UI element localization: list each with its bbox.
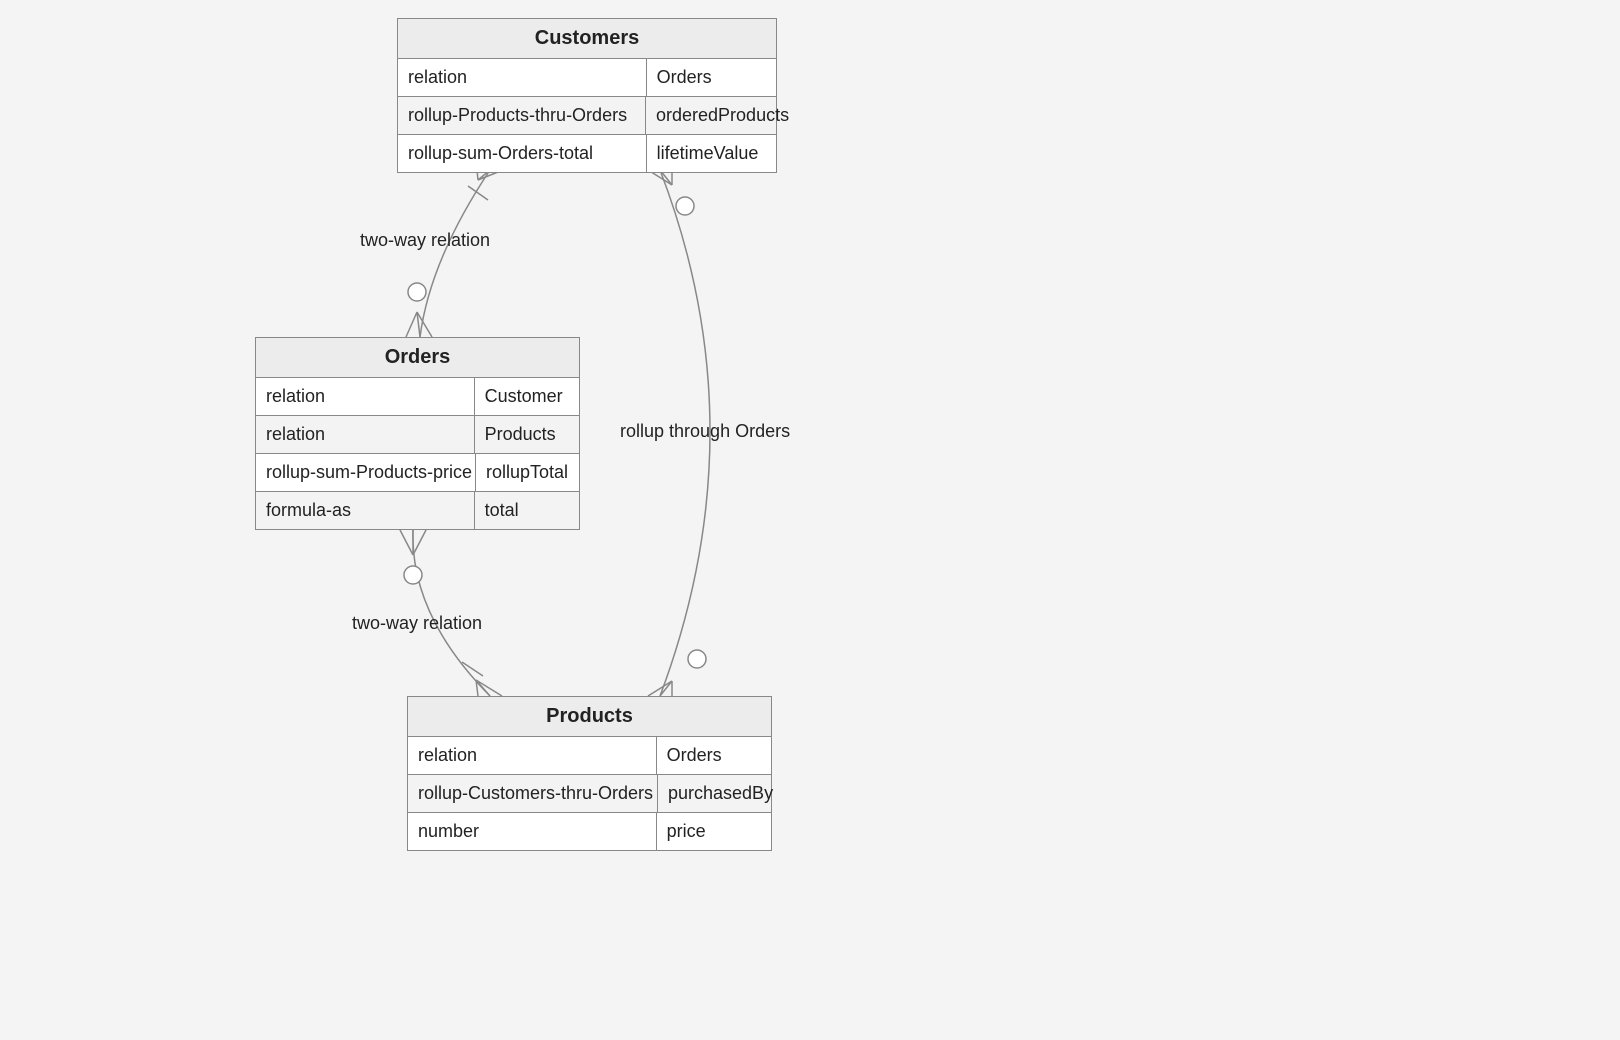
edge-label-orders-products: two-way relation — [352, 613, 482, 634]
attr-type: relation — [256, 416, 475, 453]
attr-name: lifetimeValue — [647, 135, 776, 172]
attr-type: rollup-Customers-thru-Orders — [408, 775, 658, 812]
table-row: rollup-Customers-thru-OrderspurchasedBy — [408, 775, 771, 813]
attr-name: price — [657, 813, 771, 850]
attr-name: Products — [475, 416, 579, 453]
entity-customers: CustomersrelationOrdersrollup-Products-t… — [397, 18, 777, 173]
er-diagram-canvas: two-way relation two-way relation rollup… — [0, 0, 1620, 1040]
attr-name: Customer — [475, 378, 579, 415]
attr-type: number — [408, 813, 657, 850]
entity-products: ProductsrelationOrdersrollup-Customers-t… — [407, 696, 772, 851]
wires — [0, 0, 1620, 1040]
table-row: rollup-sum-Orders-totallifetimeValue — [398, 135, 776, 172]
attr-type: rollup-Products-thru-Orders — [398, 97, 646, 134]
table-row: numberprice — [408, 813, 771, 850]
attr-type: relation — [408, 737, 657, 774]
entity-title: Customers — [398, 19, 776, 59]
table-row: relationProducts — [256, 416, 579, 454]
table-row: relationCustomer — [256, 378, 579, 416]
table-row: formula-astotal — [256, 492, 579, 529]
attr-name: total — [475, 492, 579, 529]
table-row: rollup-sum-Products-pricerollupTotal — [256, 454, 579, 492]
attr-type: rollup-sum-Orders-total — [398, 135, 647, 172]
attr-type: relation — [256, 378, 475, 415]
edge-customers-orders — [420, 170, 490, 337]
edge-label-customers-products: rollup through Orders — [620, 421, 790, 442]
attr-name: purchasedBy — [658, 775, 773, 812]
attr-type: rollup-sum-Products-price — [256, 454, 476, 491]
entity-title: Orders — [256, 338, 579, 378]
attr-name: rollupTotal — [476, 454, 579, 491]
table-row: relationOrders — [408, 737, 771, 775]
attr-type: relation — [398, 59, 647, 96]
attr-name: orderedProducts — [646, 97, 776, 134]
attr-name: Orders — [647, 59, 776, 96]
edge-label-customers-orders: two-way relation — [360, 230, 490, 251]
attr-name: Orders — [657, 737, 771, 774]
attr-type: formula-as — [256, 492, 475, 529]
entity-orders: OrdersrelationCustomerrelationProductsro… — [255, 337, 580, 530]
table-row: rollup-Products-thru-OrdersorderedProduc… — [398, 97, 776, 135]
entity-title: Products — [408, 697, 771, 737]
table-row: relationOrders — [398, 59, 776, 97]
